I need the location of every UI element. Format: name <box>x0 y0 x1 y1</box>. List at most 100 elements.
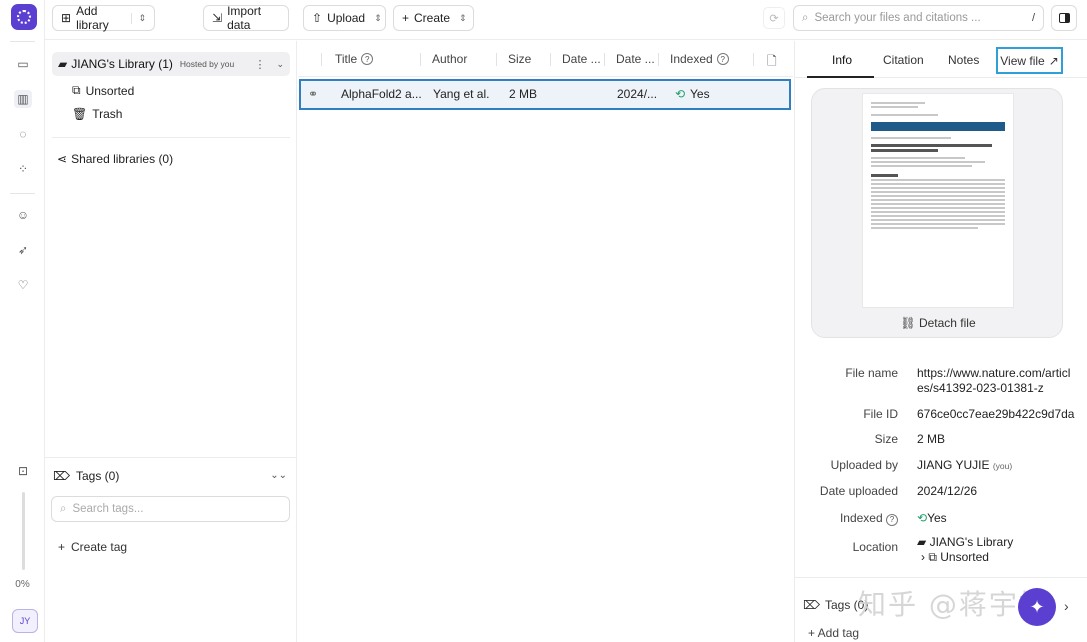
tag-icon: ⌦ <box>803 598 820 612</box>
meta-value: JIANG YUJIE (you) <box>917 458 1077 474</box>
file-preview-card[interactable]: ⛓ Detach file <box>811 88 1063 338</box>
apps-icon[interactable]: ⁘ <box>14 160 32 178</box>
column-header-date-added[interactable]: Date ... <box>562 52 601 66</box>
location-library[interactable]: JIANG's Library <box>930 535 1014 549</box>
column-header-size[interactable]: Size <box>508 52 531 66</box>
assistant-button[interactable]: ✦ <box>1018 588 1056 626</box>
row-author: Yang et al. <box>433 87 490 101</box>
chevron-right-icon[interactable]: › <box>1064 598 1069 614</box>
heart-icon[interactable]: ♡ <box>14 276 32 294</box>
meta-value: 2 MB <box>917 432 946 446</box>
meta-label: Uploaded by <box>830 458 898 472</box>
left-rail: ▭ ▥ ◌ ⁘ ☺ ➶ ♡ ⊡ 0% JY <box>0 0 45 642</box>
indexed-label: Indexed <box>839 511 883 525</box>
sync-icon[interactable]: ⟳ <box>763 7 785 29</box>
row-size: 2 MB <box>509 87 538 101</box>
plus-icon: + <box>402 11 410 25</box>
home-icon[interactable]: ▭ <box>14 55 32 73</box>
column-header-label: Indexed <box>670 52 713 66</box>
rocket-icon[interactable]: ➶ <box>14 241 32 259</box>
tab-notes[interactable]: Notes <box>948 53 979 67</box>
library-sidebar: ▰ JIANG's Library (1) Hosted by you ⋮ ⌄ … <box>45 41 297 642</box>
meta-label: Location <box>852 540 898 554</box>
zoom-slider[interactable] <box>22 492 25 570</box>
add-tag-button[interactable]: + Add tag <box>808 626 859 640</box>
chevron-right-icon: › <box>921 550 925 564</box>
location-folder[interactable]: Unsorted <box>940 550 989 564</box>
link-icon: ⚭ <box>308 87 319 101</box>
zoom-icon[interactable]: ⊡ <box>14 462 32 480</box>
unsorted-icon: ⧉ <box>72 83 81 97</box>
meta-value: https://www.nature.com/articles/s41392-0… <box>917 366 1071 395</box>
assistant-icon: ✦ <box>1029 596 1045 617</box>
tab-info[interactable]: Info <box>832 53 852 67</box>
column-header-author[interactable]: Author <box>432 52 467 66</box>
rail-divider <box>10 193 35 194</box>
share-icon: ⋖ <box>57 152 68 166</box>
create-button[interactable]: + Create ⇕ <box>393 5 474 31</box>
column-header-label: Author <box>432 52 468 66</box>
tag-search-input[interactable]: ⌕ Search tags... <box>51 496 290 522</box>
library-item[interactable]: ▰ JIANG's Library (1) Hosted by you ⋮ ⌄ <box>52 52 290 76</box>
upload-icon: ⇧ <box>312 11 323 25</box>
meta-label: Indexed ? <box>840 511 898 526</box>
sidebar-item-label: Unsorted <box>85 83 135 98</box>
import-icon: ⇲ <box>212 11 223 25</box>
column-divider <box>604 53 605 66</box>
help-icon[interactable]: ? <box>886 513 898 526</box>
details-panel: Info Citation Notes View file ↗ ⛓ Detach… <box>794 41 1087 642</box>
library-icon[interactable]: ▥ <box>14 90 32 108</box>
search-shortcut: / <box>1031 12 1035 24</box>
upload-button[interactable]: ⇧ Upload ⇕ <box>303 5 386 31</box>
shared-libraries[interactable]: ⋖ Shared libraries (0) <box>57 152 173 166</box>
app-logo[interactable] <box>11 4 37 30</box>
help-icon[interactable]: ? <box>716 53 729 65</box>
create-tag-button[interactable]: + Create tag <box>58 540 127 554</box>
help-icon[interactable]: ? <box>361 53 374 65</box>
sidebar-item-unsorted[interactable]: ⧉ Unsorted <box>72 83 134 98</box>
tab-citation[interactable]: Citation <box>883 53 924 67</box>
column-header-indexed[interactable]: Indexed ? <box>670 52 729 66</box>
chat-icon[interactable]: ◌ <box>14 125 32 143</box>
panel-toggle-button[interactable] <box>1051 5 1077 31</box>
collapse-icon[interactable]: ⌄⌄ <box>270 470 287 481</box>
search-icon: ⌕ <box>802 11 809 24</box>
row-title: AlphaFold2 a... <box>341 87 422 101</box>
chevron-down-icon[interactable]: ⌄ <box>276 59 284 70</box>
avatar[interactable]: JY <box>12 609 38 633</box>
upload-label: Upload <box>327 11 366 25</box>
sidebar-item-trash[interactable]: 🗑 Trash <box>72 107 122 121</box>
column-header-title[interactable]: Title ? <box>335 52 374 66</box>
more-icon[interactable]: ⋮ <box>254 58 265 71</box>
view-file-button[interactable]: View file ↗ <box>996 47 1063 74</box>
column-header-label: Size <box>508 52 532 66</box>
import-data-button[interactable]: ⇲ Import data <box>203 4 289 32</box>
sidebar-divider <box>52 137 290 138</box>
table-row[interactable]: ⚭ AlphaFold2 a... Yang et al. 2 MB 2024/… <box>299 79 791 110</box>
add-library-icon: ⊞ <box>61 11 72 25</box>
file-table: Title ? Author Size Date ... Date ... In… <box>298 41 793 642</box>
uploader-name: JIANG YUJIE <box>917 458 990 472</box>
rail-divider <box>10 41 35 42</box>
add-library-button[interactable]: ⊞ Add library ⇕ <box>52 4 155 32</box>
chevron-updown-icon[interactable]: ⇕ <box>131 12 146 24</box>
table-header: Title ? Author Size Date ... Date ... In… <box>298 41 793 77</box>
search-input[interactable]: ⌕ Search your files and citations ... / <box>793 5 1044 31</box>
search-icon: ⌕ <box>60 502 67 515</box>
document-thumbnail <box>862 93 1014 308</box>
chevron-updown-icon: ⇕ <box>459 12 467 23</box>
row-date-modified: 2024/... <box>617 87 658 101</box>
detach-file-button[interactable]: ⛓ Detach file <box>812 316 1064 330</box>
column-divider <box>550 53 551 66</box>
team-icon[interactable]: ☺ <box>14 206 32 224</box>
column-header-label: Date ... <box>562 52 601 66</box>
meta-value: 2024/12/26 <box>917 484 978 498</box>
indexed-icon: ⟲ <box>675 87 686 101</box>
meta-label: Size <box>874 432 898 446</box>
column-divider <box>321 53 322 66</box>
column-divider <box>420 53 421 66</box>
meta-label: Date uploaded <box>819 484 898 498</box>
tags-header[interactable]: ⌦ Tags (0) <box>53 469 119 483</box>
file-column-icon[interactable]: 🗋 <box>767 52 777 73</box>
column-header-date-modified[interactable]: Date ... <box>616 52 655 66</box>
